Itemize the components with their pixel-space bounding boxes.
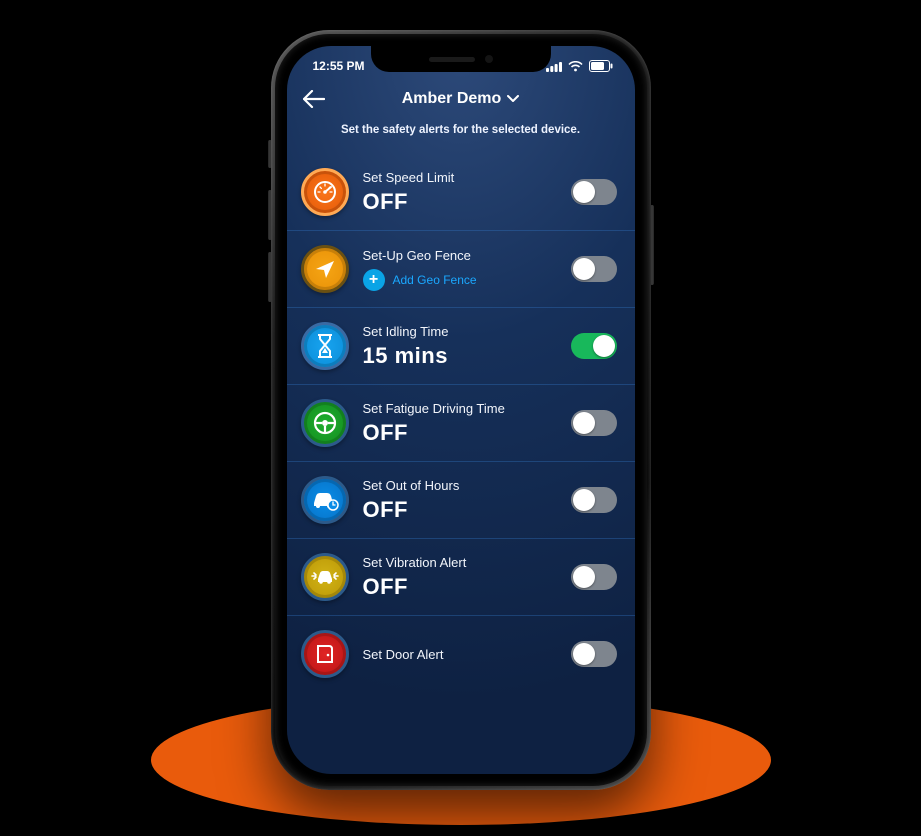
alert-label: Set Speed Limit	[363, 170, 557, 185]
add-geo-fence-button[interactable]: + Add Geo Fence	[363, 269, 557, 291]
page-subtitle: Set the safety alerts for the selected d…	[287, 114, 635, 154]
alert-row-out-of-hours[interactable]: Set Out of Hours OFF	[287, 462, 635, 539]
status-time: 12:55 PM	[313, 59, 365, 73]
back-button[interactable]	[301, 90, 327, 108]
alert-value: OFF	[363, 420, 557, 446]
chevron-down-icon	[507, 95, 519, 103]
toggle-fatigue[interactable]	[571, 410, 617, 436]
alert-row-fatigue[interactable]: Set Fatigue Driving Time OFF	[287, 385, 635, 462]
alert-value: OFF	[363, 497, 557, 523]
alert-label: Set Door Alert	[363, 647, 557, 662]
nav-arrow-icon	[301, 245, 349, 293]
plus-icon: +	[363, 269, 385, 291]
alert-row-idling[interactable]: Set Idling Time 15 mins	[287, 308, 635, 385]
alert-row-vibration[interactable]: Set Vibration Alert OFF	[287, 539, 635, 616]
toggle-door[interactable]	[571, 641, 617, 667]
vibration-icon	[301, 553, 349, 601]
device-name: Amber Demo	[402, 90, 502, 108]
alert-label: Set Idling Time	[363, 324, 557, 339]
wifi-icon	[568, 61, 583, 72]
alert-value: OFF	[363, 574, 557, 600]
alert-row-geo-fence[interactable]: Set-Up Geo Fence + Add Geo Fence	[287, 231, 635, 308]
action-label: Add Geo Fence	[393, 273, 477, 287]
alert-row-door[interactable]: Set Door Alert	[287, 616, 635, 692]
notch	[371, 46, 551, 72]
toggle-out-of-hours[interactable]	[571, 487, 617, 513]
alert-value: OFF	[363, 189, 557, 215]
hourglass-icon	[301, 322, 349, 370]
steering-wheel-icon	[301, 399, 349, 447]
header: Amber Demo	[287, 80, 635, 114]
battery-icon	[589, 60, 613, 72]
toggle-idling[interactable]	[571, 333, 617, 359]
phone-frame: 12:55 PM Amber Demo	[271, 30, 651, 790]
alert-label: Set-Up Geo Fence	[363, 248, 557, 263]
speedometer-icon	[301, 168, 349, 216]
alert-label: Set Out of Hours	[363, 478, 557, 493]
alert-row-speed-limit[interactable]: Set Speed Limit OFF	[287, 154, 635, 231]
alert-value: 15 mins	[363, 343, 557, 369]
toggle-speed-limit[interactable]	[571, 179, 617, 205]
alert-list: Set Speed Limit OFF Set-Up Geo Fence +	[287, 154, 635, 774]
car-clock-icon	[301, 476, 349, 524]
device-selector[interactable]: Amber Demo	[327, 90, 595, 108]
toggle-geo-fence[interactable]	[571, 256, 617, 282]
door-icon	[301, 630, 349, 678]
alert-label: Set Fatigue Driving Time	[363, 401, 557, 416]
toggle-vibration[interactable]	[571, 564, 617, 590]
alert-label: Set Vibration Alert	[363, 555, 557, 570]
screen: 12:55 PM Amber Demo	[287, 46, 635, 774]
